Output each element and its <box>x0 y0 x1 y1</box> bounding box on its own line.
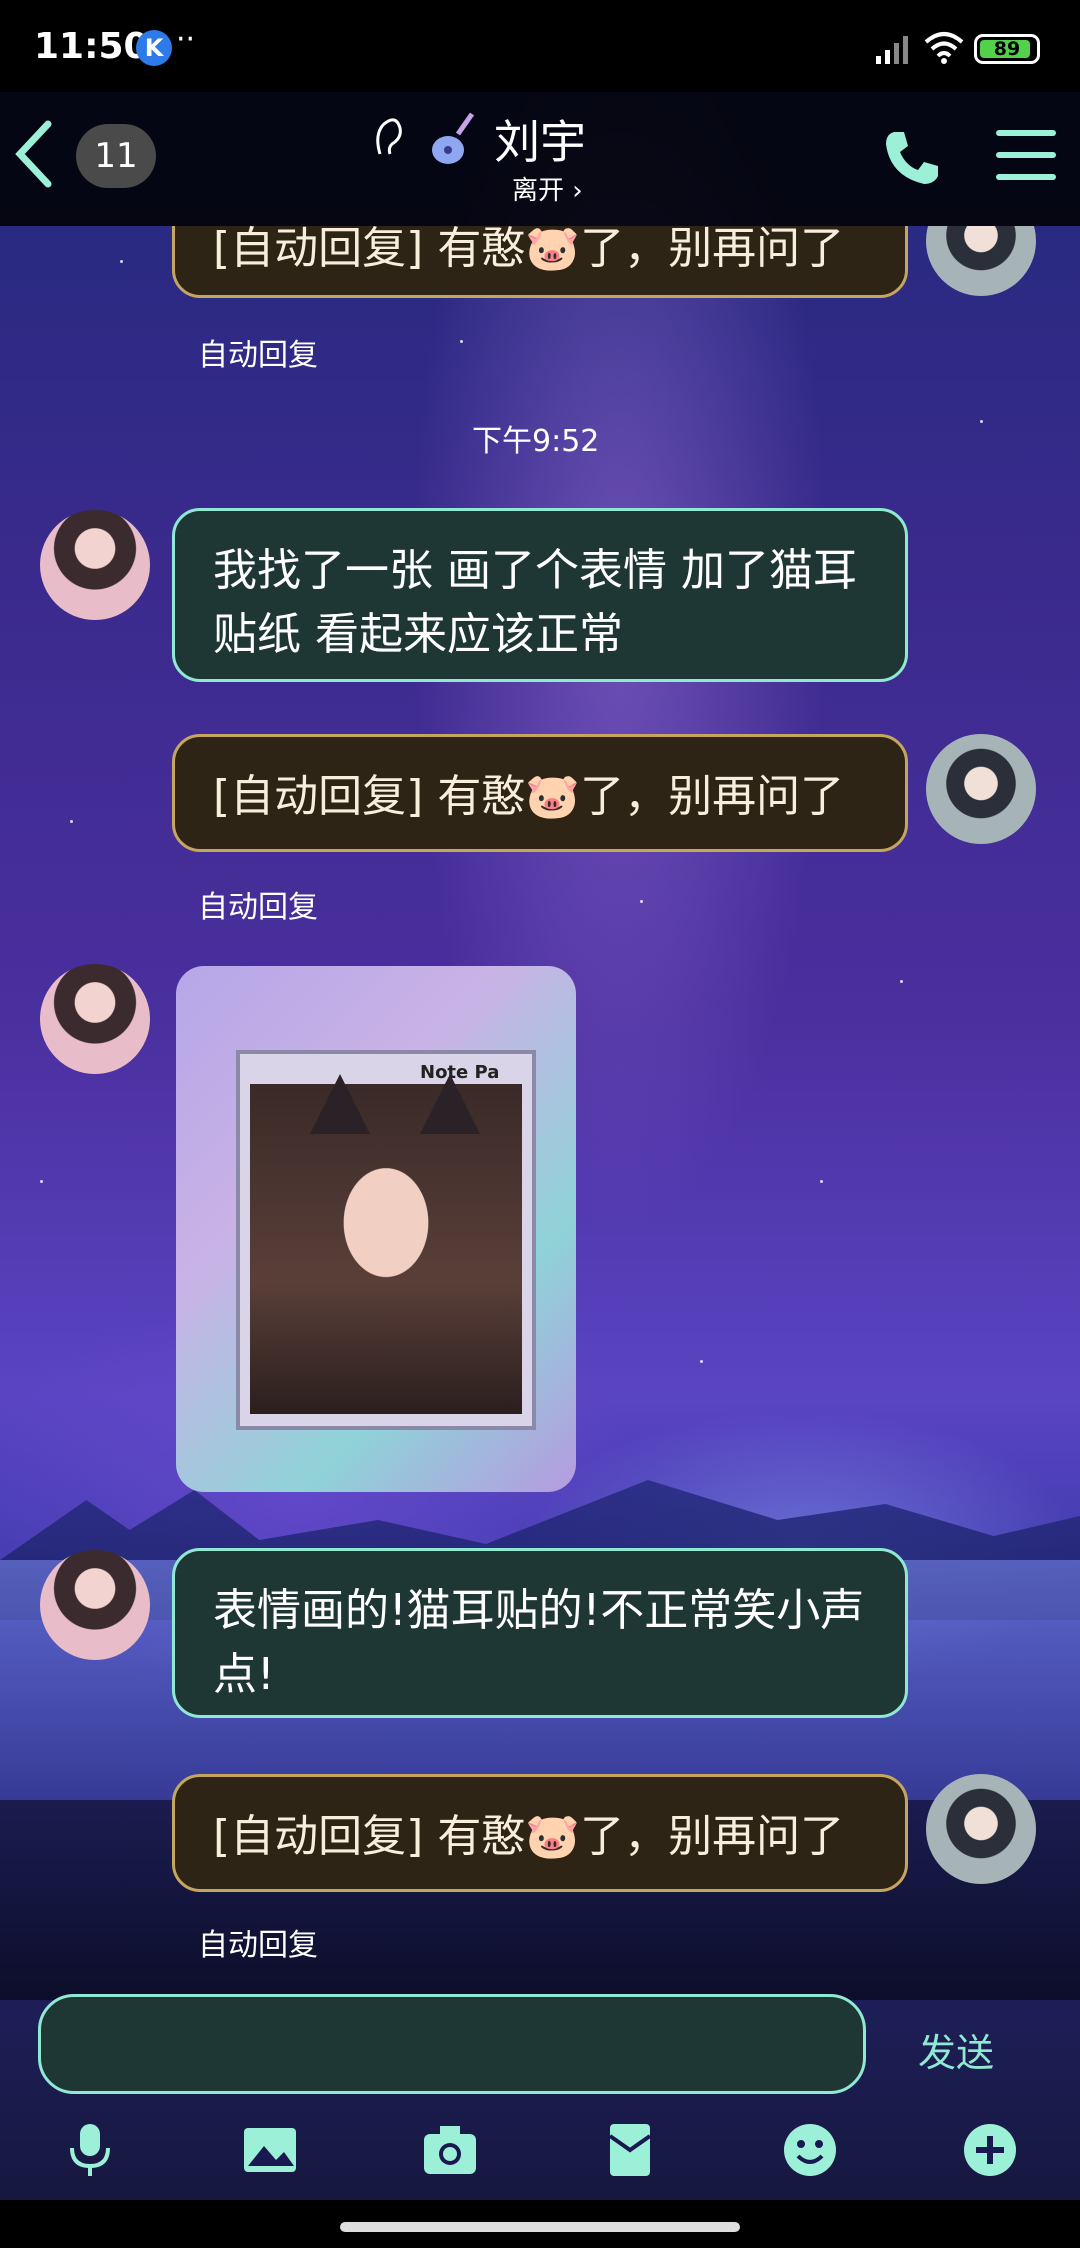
guitar-icon <box>432 112 475 164</box>
message-bubble-him[interactable]: [自动回复] 有憨🐷了，别再问了 <box>172 734 908 852</box>
message-input[interactable] <box>38 1994 866 2094</box>
message-text: [自动回复] 有憨🐷了，别再问了 <box>213 771 845 822</box>
auto-reply-label: 自动回复 <box>198 1928 318 1963</box>
k-app-icon: K <box>136 30 172 66</box>
chat-header: 11 刘宇 离开 › <box>0 92 1080 226</box>
ear-icon <box>376 118 402 155</box>
camera-icon[interactable] <box>422 2122 478 2178</box>
avatar-her[interactable] <box>40 510 150 620</box>
avatar-her[interactable] <box>40 964 150 1074</box>
battery-icon: 89 <box>974 34 1040 64</box>
image-message[interactable]: Note Pa <box>176 966 576 1492</box>
status-time: 11:50 <box>34 26 149 67</box>
battery-level: 89 <box>993 38 1021 60</box>
status-bar: 11:50 K ·· 89 <box>0 0 1080 92</box>
wifi-icon <box>924 32 964 64</box>
auto-reply-label: 自动回复 <box>198 890 318 925</box>
signal-icon <box>876 36 908 64</box>
avatar-him[interactable] <box>926 1774 1036 1884</box>
contact-name[interactable]: 刘宇 <box>494 106 586 172</box>
photo-frame: Note Pa <box>236 1050 536 1430</box>
message-bubble-her[interactable]: 我找了一张 画了个表情 加了猫耳贴纸 看起来应该正常 <box>172 508 908 682</box>
message-text: 表情画的!猫耳贴的!不正常笑小声点! <box>213 1585 865 1700</box>
message-text: 我找了一张 画了个表情 加了猫耳贴纸 看起来应该正常 <box>213 545 857 660</box>
phone-call-button[interactable] <box>880 126 944 190</box>
plus-icon[interactable] <box>962 2122 1018 2178</box>
selfie-photo <box>250 1074 522 1414</box>
message-timestamp: 下午9:52 <box>472 424 600 459</box>
send-button[interactable]: 发送 <box>918 2022 994 2077</box>
avatar-her[interactable] <box>40 1550 150 1660</box>
red-packet-icon[interactable] <box>602 2122 658 2178</box>
auto-reply-label: 自动回复 <box>198 338 318 373</box>
message-bubble-him[interactable]: [自动回复] 有憨🐷了，别再问了 <box>172 1774 908 1892</box>
back-button[interactable] <box>10 116 60 192</box>
avatar-him[interactable] <box>926 734 1036 844</box>
home-indicator[interactable] <box>340 2222 740 2232</box>
message-text: [自动回复] 有憨🐷了，别再问了 <box>213 223 845 274</box>
unread-count-badge[interactable]: 11 <box>76 124 156 188</box>
microphone-icon[interactable] <box>62 2122 118 2178</box>
message-bubble-her[interactable]: 表情画的!猫耳贴的!不正常笑小声点! <box>172 1548 908 1718</box>
emoji-icon[interactable] <box>782 2122 838 2178</box>
image-icon[interactable] <box>242 2122 298 2178</box>
menu-button[interactable] <box>996 130 1056 186</box>
message-text: [自动回复] 有憨🐷了，别再问了 <box>213 1811 845 1862</box>
more-notifications-dots: ·· <box>176 22 196 57</box>
contact-status[interactable]: 离开 › <box>512 170 583 207</box>
